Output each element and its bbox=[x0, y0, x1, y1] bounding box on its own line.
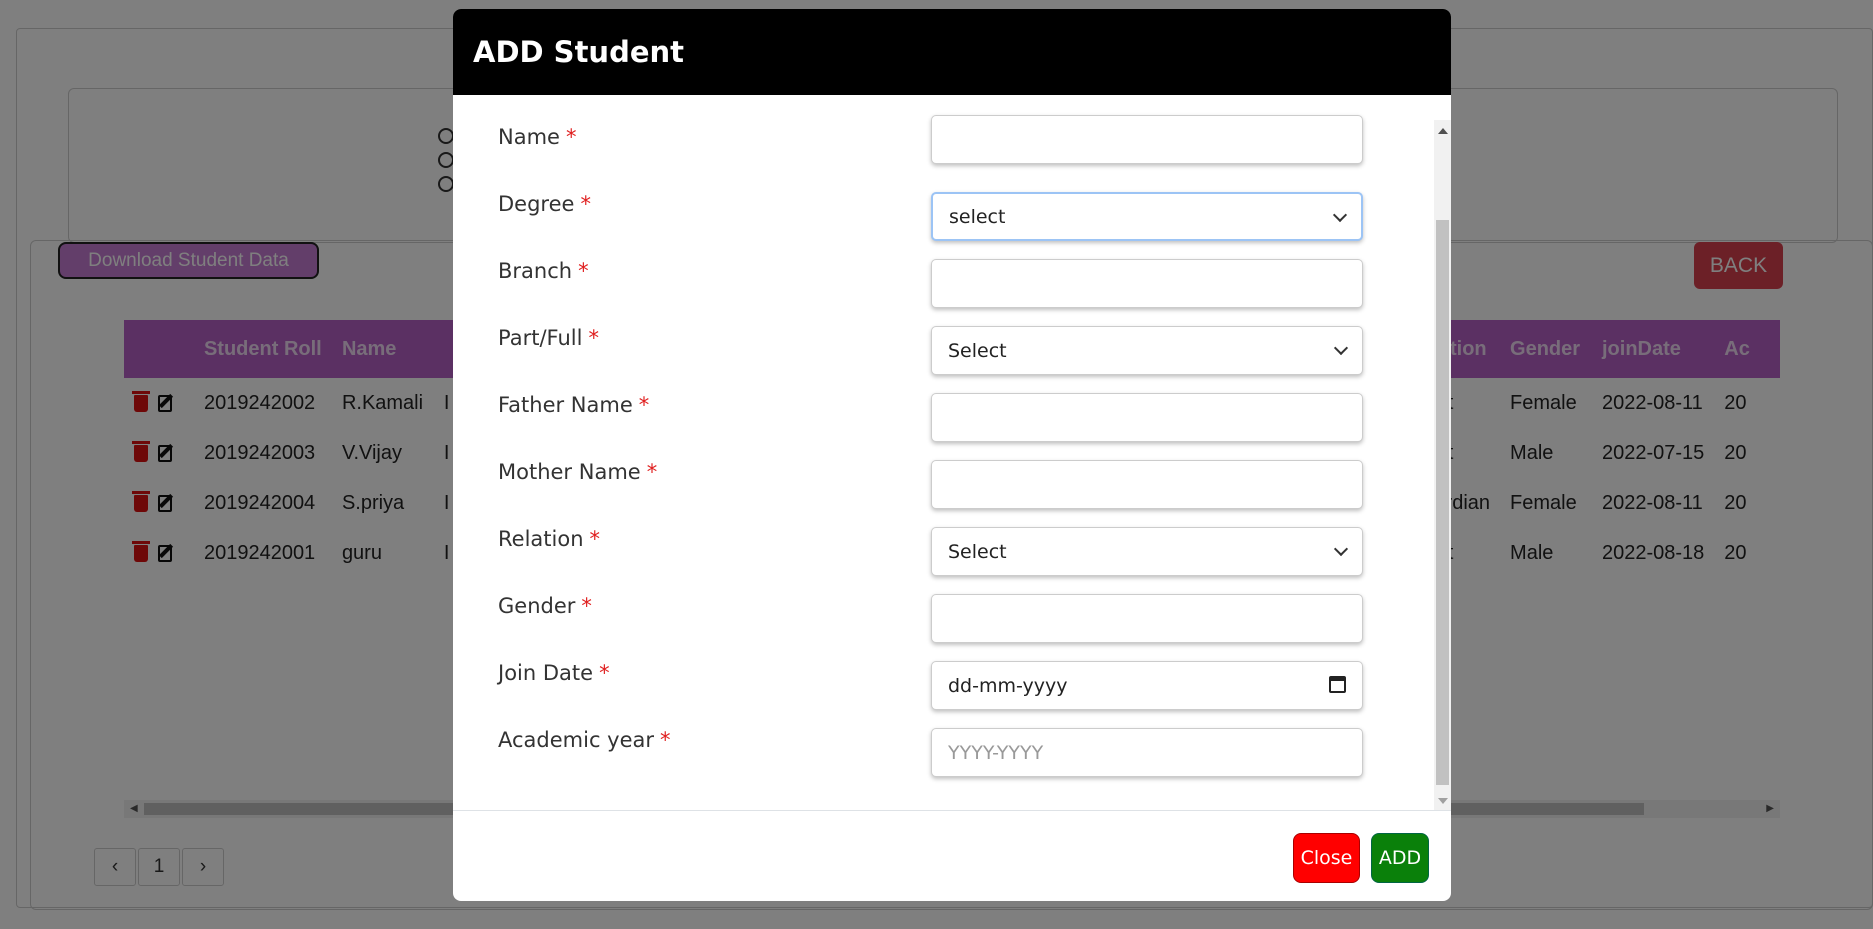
chevron-down-icon bbox=[1333, 340, 1349, 356]
modal-title: ADD Student bbox=[473, 35, 685, 69]
part-full-row: Part/Full * Select bbox=[498, 326, 1368, 376]
join-date-row: Join Date * dd-mm-yyyy bbox=[498, 661, 1368, 711]
chevron-down-icon bbox=[1333, 541, 1349, 557]
degree-select[interactable]: select bbox=[931, 192, 1363, 241]
calendar-icon[interactable] bbox=[1329, 676, 1346, 693]
join-date-label: Join Date * bbox=[498, 661, 610, 685]
father-name-row: Father Name * bbox=[498, 393, 1368, 443]
mother-name-row: Mother Name * bbox=[498, 460, 1368, 510]
add-button[interactable]: ADD bbox=[1371, 833, 1429, 883]
relation-select[interactable]: Select bbox=[931, 527, 1363, 576]
branch-row: Branch * bbox=[498, 259, 1368, 309]
mother-name-label: Mother Name * bbox=[498, 460, 658, 484]
add-student-modal: ADD Student Name * Degree * select Branch *… bbox=[453, 9, 1451, 901]
part-full-label: Part/Full * bbox=[498, 326, 599, 350]
part-full-select[interactable]: Select bbox=[931, 326, 1363, 375]
gender-input[interactable] bbox=[931, 594, 1363, 643]
close-button[interactable]: Close bbox=[1293, 833, 1360, 883]
modal-footer: Close ADD bbox=[453, 811, 1451, 901]
scrollbar-thumb[interactable] bbox=[1436, 220, 1449, 785]
gender-row: Gender * bbox=[498, 594, 1368, 644]
academic-year-input[interactable]: YYYY-YYYY bbox=[931, 728, 1363, 777]
modal-header: ADD Student bbox=[453, 9, 1451, 95]
scroll-down-icon[interactable] bbox=[1438, 798, 1448, 804]
name-input[interactable] bbox=[931, 115, 1363, 164]
degree-row: Degree * select bbox=[498, 192, 1368, 242]
father-name-input[interactable] bbox=[931, 393, 1363, 442]
modal-vertical-scrollbar[interactable] bbox=[1434, 120, 1451, 810]
mother-name-input[interactable] bbox=[931, 460, 1363, 509]
join-date-input[interactable]: dd-mm-yyyy bbox=[931, 661, 1363, 710]
academic-year-row: Academic year * YYYY-YYYY bbox=[498, 728, 1368, 778]
branch-label: Branch * bbox=[498, 259, 589, 283]
relation-label: Relation * bbox=[498, 527, 600, 551]
degree-label: Degree * bbox=[498, 192, 591, 216]
father-name-label: Father Name * bbox=[498, 393, 650, 417]
name-label: Name * bbox=[498, 125, 577, 149]
academic-year-label: Academic year * bbox=[498, 728, 671, 752]
chevron-down-icon bbox=[1332, 207, 1348, 223]
modal-body: Name * Degree * select Branch * Part/Full * … bbox=[453, 95, 1451, 811]
scroll-up-icon[interactable] bbox=[1438, 128, 1448, 134]
name-row: Name * bbox=[498, 115, 1368, 175]
gender-label: Gender * bbox=[498, 594, 592, 618]
branch-input[interactable] bbox=[931, 259, 1363, 308]
relation-row: Relation * Select bbox=[498, 527, 1368, 577]
